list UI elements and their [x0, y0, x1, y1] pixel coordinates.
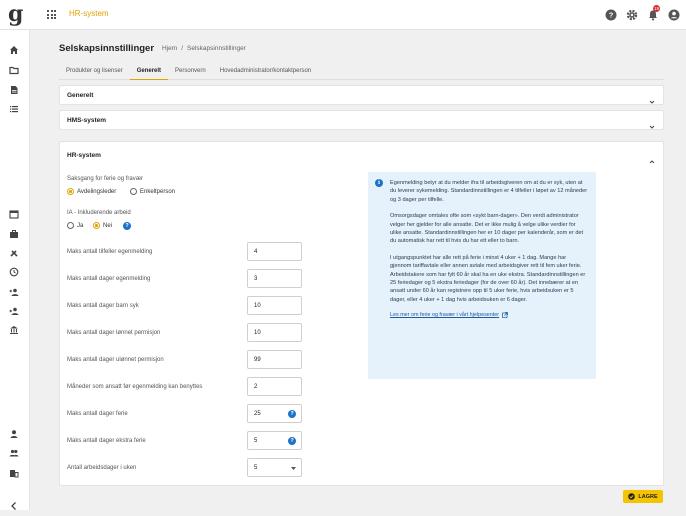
radio-ia-yes[interactable]: Ja — [67, 222, 83, 229]
tab-products-licenses[interactable]: Produkter og lisenser — [59, 66, 130, 80]
section-hms[interactable]: HMS-system — [59, 110, 664, 130]
document-icon[interactable] — [9, 82, 19, 94]
info-sick-leave-text: Egenmelding betyr at du melder ifra til … — [390, 180, 588, 203]
breadcrumb: Hjem / Selskapsinnstillinger — [162, 45, 246, 52]
vacation-help-icon[interactable]: ? — [288, 410, 296, 418]
page-title: Selskapsinnstillinger — [59, 43, 155, 54]
group-icon[interactable] — [9, 445, 19, 457]
workdays-value: 5 — [254, 465, 258, 471]
max-unpaid-leave-days-input[interactable]: 99 — [247, 350, 302, 369]
help-center-link[interactable]: Les mer om ferie og fravær i vårt hjelpe… — [390, 312, 588, 318]
max-sick-leave-days-input[interactable]: 3 — [247, 269, 302, 288]
notifications-bell-icon[interactable]: 19 — [647, 5, 661, 21]
chevron-down-icon[interactable] — [649, 117, 655, 129]
info-icon: i — [375, 179, 383, 187]
info-vacation-text: I utgangspunktet har alle rett på ferie … — [390, 255, 586, 303]
collapse-chevron-icon[interactable] — [9, 498, 19, 510]
apps-grid-icon[interactable] — [47, 10, 56, 19]
months-before-self-cert-input[interactable]: 2 — [247, 377, 302, 396]
info-box: i Egenmelding betyr at du melder ifra ti… — [368, 172, 596, 379]
ia-help-icon[interactable]: ? — [123, 222, 131, 230]
max-paid-leave-days-input[interactable]: 10 — [247, 323, 302, 342]
save-label: LAGRE — [638, 493, 658, 500]
section-general-title: Generelt — [67, 92, 94, 99]
check-circle-icon — [628, 493, 636, 500]
save-button[interactable]: LAGRE — [623, 490, 663, 503]
radio-individual[interactable]: Enkeltperson — [130, 188, 175, 195]
radio-department-manager[interactable]: Avdelingsleder — [67, 188, 116, 195]
svg-text:?: ? — [609, 11, 614, 20]
app-title: HR-system — [69, 9, 109, 18]
home-icon[interactable] — [9, 42, 19, 54]
calendar-icon[interactable] — [9, 206, 19, 219]
radio-ia-no[interactable]: Nei — [93, 222, 112, 229]
chevron-down-icon[interactable] — [649, 92, 655, 104]
folder-icon[interactable] — [9, 62, 19, 75]
field-label: Maks antall dager lønnet permisjon — [67, 330, 161, 336]
main-content: Selskapsinnstillinger Hjem / Selskapsinn… — [31, 30, 686, 510]
section-general[interactable]: Generelt — [59, 85, 664, 105]
app-logo[interactable]: g — [8, 3, 23, 25]
account-icon[interactable] — [668, 8, 680, 21]
breadcrumb-current: Selskapsinnstillinger — [187, 45, 246, 52]
dropdown-arrow-icon — [291, 467, 296, 470]
bank-icon[interactable] — [9, 322, 19, 334]
field-label: Maks antall dager ulønnet permisjon — [67, 357, 164, 363]
info-child-care-text: Omsorgsdager omtales ofte som «sykt barn… — [390, 213, 584, 245]
person-add-icon[interactable] — [9, 303, 19, 315]
history-icon[interactable] — [9, 264, 19, 277]
max-sick-child-days-input[interactable]: 10 — [247, 296, 302, 315]
tools-icon[interactable] — [9, 245, 19, 257]
breadcrumb-separator: / — [181, 45, 184, 52]
max-sick-leave-instances-input[interactable]: 4 — [247, 242, 302, 261]
user-icon[interactable] — [9, 426, 19, 438]
tab-bar: Produkter og lisenser Generelt Personver… — [59, 66, 664, 80]
case-flow-label: Saksgang for ferie og fravær — [67, 176, 144, 182]
settings-gear-icon[interactable] — [626, 8, 638, 21]
section-hr-title: HR-system — [67, 152, 101, 159]
field-label: Maks antall dager ekstra ferie — [67, 438, 146, 444]
tab-privacy[interactable]: Personvern — [168, 66, 213, 80]
tab-general[interactable]: Generelt — [129, 66, 169, 80]
workdays-per-week-select[interactable]: 5 — [247, 458, 302, 477]
top-bar: g HR-system ? 19 — [0, 0, 686, 30]
sidebar — [0, 30, 30, 510]
extra-vacation-help-icon[interactable]: ? — [288, 437, 296, 445]
external-link-icon — [502, 312, 508, 319]
field-label: Maks antall tilfeller egenmelding — [67, 249, 153, 255]
field-label: Måneder som ansatt før egenmelding kan b… — [67, 384, 203, 390]
field-label: Maks antall dager barn syk — [67, 303, 139, 309]
briefcase-icon[interactable] — [9, 226, 19, 238]
chevron-up-icon[interactable] — [649, 152, 655, 164]
section-hms-title: HMS-system — [67, 117, 107, 124]
help-icon[interactable]: ? — [605, 8, 617, 21]
company-icon[interactable] — [9, 465, 19, 478]
ia-label: IA - Inkluderende arbeid — [67, 210, 131, 216]
add-person-icon[interactable] — [9, 284, 19, 296]
field-label: Maks antall dager ferie — [67, 411, 128, 417]
tab-main-administrator[interactable]: Hovedadministrator/kontaktperson — [213, 66, 318, 80]
field-label: Antall arbeidsdager i uken — [67, 465, 137, 471]
field-label: Maks antall dager egenmelding — [67, 276, 151, 282]
section-hr: HR-system Saksgang for ferie og fravær A… — [59, 141, 664, 486]
list-icon[interactable] — [9, 101, 19, 113]
notification-badge: 19 — [653, 5, 661, 12]
breadcrumb-home[interactable]: Hjem — [162, 45, 177, 52]
